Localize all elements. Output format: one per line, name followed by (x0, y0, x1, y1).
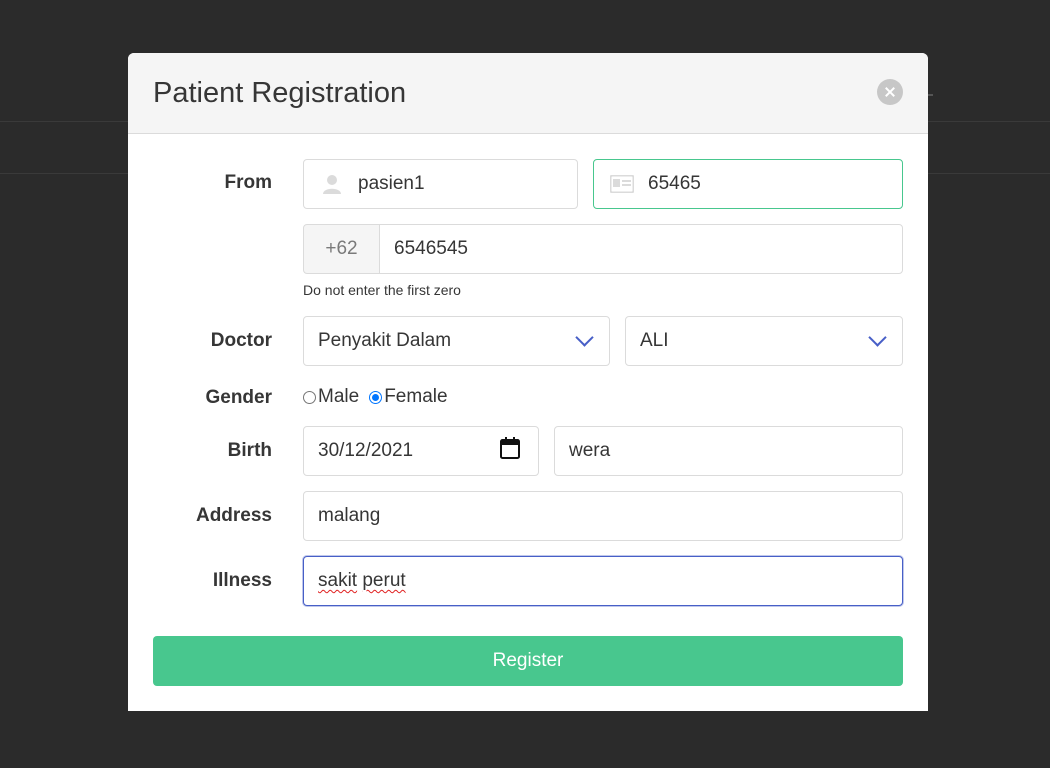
specialty-value: Penyakit Dalam (318, 330, 452, 351)
modal-title: Patient Registration (153, 77, 407, 109)
phone-help-text: Do not enter the first zero (303, 282, 461, 298)
registration-modal: Patient Registration From pasien1 65465 … (128, 53, 928, 711)
doctor-select[interactable]: ALI (625, 316, 903, 366)
close-icon[interactable] (877, 79, 903, 105)
id-number-input[interactable]: 65465 (593, 159, 903, 209)
birth-place-value: wera (569, 440, 611, 461)
gender-female-label[interactable]: Female (384, 386, 447, 408)
birth-place-input[interactable]: wera (554, 426, 903, 476)
specialty-select[interactable]: Penyakit Dalam (303, 316, 610, 366)
gender-female-radio[interactable] (369, 390, 383, 404)
chevron-down-icon (575, 327, 594, 347)
gender-label: Gender (205, 387, 272, 408)
register-button[interactable]: Register (153, 636, 903, 686)
username-value: pasien1 (358, 173, 425, 194)
birth-date-value: 30/12/2021 (318, 440, 414, 461)
doctor-value: ALI (640, 330, 669, 351)
illness-input[interactable]: sakit perut (303, 556, 903, 606)
calendar-icon[interactable] (500, 437, 520, 465)
gender-male-radio[interactable] (303, 390, 316, 404)
phone-input[interactable]: 6546545 (379, 224, 903, 274)
illness-value-word: perut (362, 570, 406, 591)
birth-label: Birth (227, 440, 272, 461)
gender-male-label[interactable]: Male (318, 386, 359, 408)
address-input[interactable]: malang (303, 491, 903, 541)
doctor-label: Doctor (210, 330, 272, 351)
phone-prefix: +62 (303, 224, 380, 274)
user-icon (312, 174, 352, 194)
chevron-down-icon (868, 327, 887, 347)
phone-value: 6546545 (394, 238, 468, 259)
birth-date-input[interactable]: 30/12/2021 (303, 426, 539, 476)
from-label: From (224, 172, 273, 193)
modal-header: Patient Registration (128, 53, 928, 134)
username-input[interactable]: pasien1 (303, 159, 578, 209)
address-label: Address (195, 505, 272, 526)
id-card-icon (602, 175, 642, 193)
illness-value-word: sakit (318, 570, 358, 591)
illness-label: Illness (212, 570, 272, 591)
address-value: malang (318, 505, 381, 526)
id-number-value: 65465 (648, 173, 701, 194)
gender-radio-group: Male Female (303, 386, 458, 408)
